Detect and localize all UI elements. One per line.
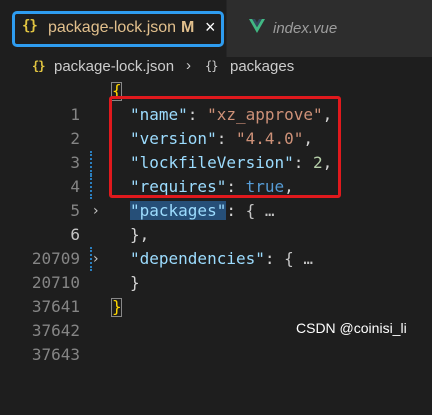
- close-icon[interactable]: ×: [205, 17, 216, 38]
- modified-badge: M: [181, 19, 195, 36]
- chevron-right-icon: ›: [186, 57, 191, 74]
- line-content: "packages": { …: [130, 199, 275, 223]
- code-line-current[interactable]: 6 › "packages": { …: [0, 199, 432, 244]
- json-key: "dependencies": [130, 249, 265, 268]
- tab-label: index.vue: [273, 20, 338, 37]
- vue-icon: [249, 19, 265, 33]
- colon: :: [226, 201, 246, 220]
- tab-label: package-lock.json: [48, 19, 177, 36]
- annotation-box: [109, 96, 341, 198]
- json-braces-icon: {}: [22, 18, 38, 34]
- folded-range[interactable]: { …: [246, 201, 275, 220]
- json-key: "packages": [130, 201, 227, 220]
- chevron-right-icon[interactable]: ›: [93, 247, 99, 271]
- line-content: },: [130, 223, 149, 247]
- object-braces-icon: {}: [205, 59, 218, 73]
- tab-bar: {} package-lock.json M × index.vue: [0, 0, 432, 57]
- line-content: }: [130, 271, 140, 295]
- tab-package-lock[interactable]: {} package-lock.json M ×: [0, 0, 226, 57]
- line-text: }: [130, 273, 140, 292]
- code-line[interactable]: 37642 }: [0, 295, 432, 340]
- chevron-right-icon[interactable]: ›: [93, 199, 99, 223]
- json-braces-icon: {}: [32, 59, 45, 73]
- tab-index-vue[interactable]: index.vue: [226, 0, 432, 57]
- line-content: }: [112, 295, 122, 319]
- breadcrumb-node[interactable]: packages: [230, 58, 294, 75]
- code-line[interactable]: 37641 }: [0, 271, 432, 316]
- code-editor[interactable]: 1 { 2 "name": "xz_approve", 3 "version":…: [0, 79, 432, 364]
- line-number: 37643: [31, 345, 80, 364]
- watermark: CSDN @coinisi_li: [296, 320, 407, 336]
- line-text: }: [112, 297, 122, 316]
- colon: :: [264, 249, 285, 268]
- line-content: "dependencies": { …: [130, 247, 313, 271]
- code-line[interactable]: 20710 › "dependencies": { …: [0, 247, 432, 292]
- code-line[interactable]: 20709 },: [0, 223, 432, 268]
- line-text: },: [130, 225, 150, 244]
- folded-range[interactable]: { …: [284, 249, 313, 268]
- breadcrumb-file[interactable]: package-lock.json: [54, 58, 174, 75]
- breadcrumb: {} package-lock.json › {} packages: [0, 57, 432, 79]
